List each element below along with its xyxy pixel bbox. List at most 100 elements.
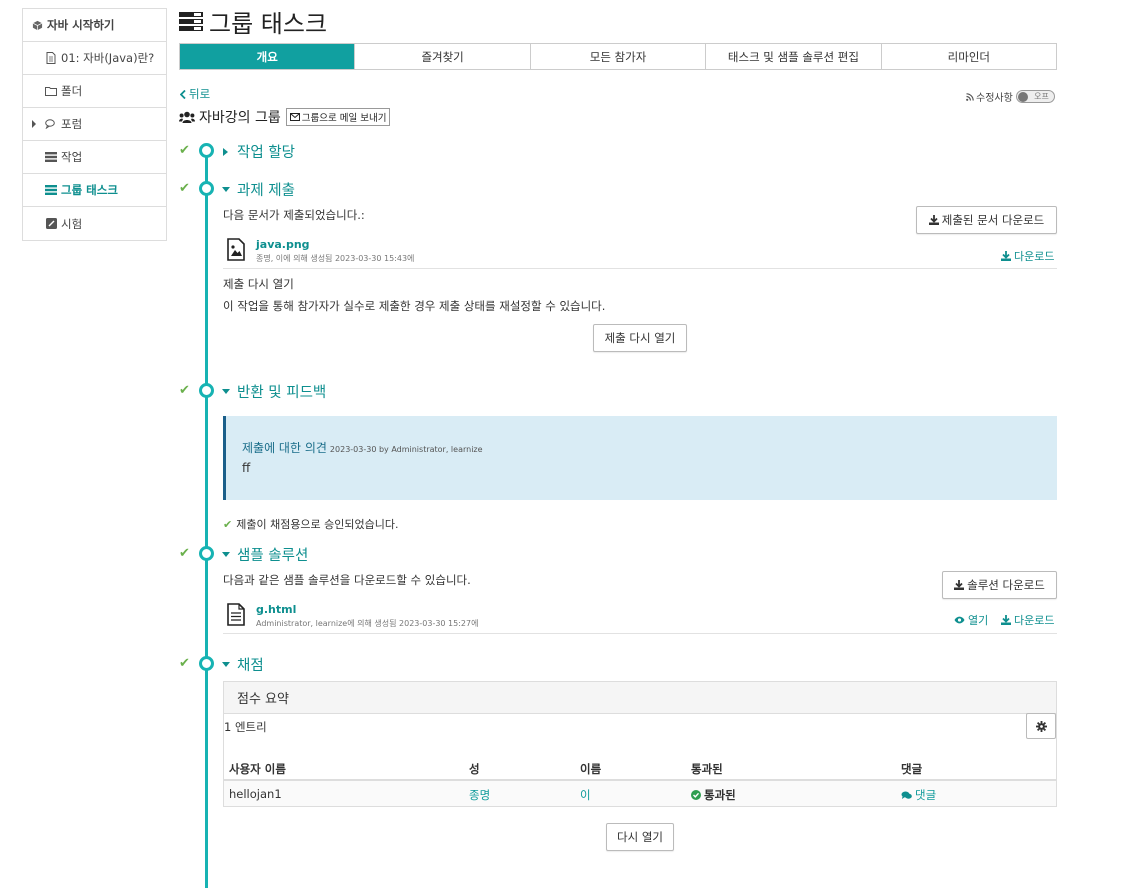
section-assignment-header[interactable]: 작업 할당	[222, 141, 295, 162]
column-header-comments[interactable]: 댓글	[901, 761, 922, 777]
column-header-last-name[interactable]: 성	[469, 761, 480, 777]
file-download-link[interactable]: 다운로드	[1001, 248, 1054, 264]
feedback-title-text: 제출에 대한 의견	[242, 441, 327, 455]
comments-icon	[901, 791, 912, 800]
entries-count: 1 엔트리	[224, 720, 267, 734]
section-feedback-header[interactable]: 반환 및 피드백	[222, 381, 326, 402]
feedback-title: 제출에 대한 의견 2023-03-30 by Administrator, le…	[242, 439, 483, 456]
changes-label: 수정사항	[976, 93, 1013, 104]
solution-file-row: g.html Administrator, learnize에 의해 생성됨 2…	[223, 603, 1057, 634]
submission-intro: 다음 문서가 제출되었습니다.:	[223, 208, 365, 222]
download-icon	[928, 215, 939, 225]
page-title-text: 그룹 태스크	[209, 10, 328, 38]
check-icon: ✔	[179, 143, 190, 158]
table-row: hellojan1 종명 이 통과된 댓글	[224, 781, 1056, 806]
eye-icon	[954, 616, 965, 624]
table-settings-button[interactable]	[1026, 713, 1056, 739]
changes-toggle[interactable]: 오프	[1015, 90, 1055, 103]
timeline-node	[199, 181, 214, 196]
section-solution-header[interactable]: 샘플 솔루션	[222, 544, 308, 565]
file-download-link[interactable]: 다운로드	[1001, 612, 1054, 628]
tab-edit-tasks[interactable]: 태스크 및 샘플 솔루션 편집	[706, 44, 882, 69]
comment-link-text: 댓글	[915, 788, 937, 802]
column-header-username[interactable]: 사용자 이름	[229, 761, 286, 777]
section-title: 과제 제출	[237, 183, 295, 199]
sidebar: 자바 시작하기 01: 자바(Java)란? 폴더 포럼 작업 그룹 태스크 시…	[22, 8, 167, 241]
download-solution-button[interactable]: 솔루션 다운로드	[942, 571, 1057, 599]
caret-down-icon	[222, 389, 230, 394]
column-header-passed[interactable]: 통과된	[691, 761, 723, 777]
feedback-body: ff	[242, 461, 251, 475]
caret-down-icon	[222, 187, 230, 192]
page-title: 그룹 태스크	[179, 4, 327, 39]
sidebar-item-task[interactable]: 작업	[23, 141, 166, 174]
section-grading-header[interactable]: 채점	[222, 654, 264, 675]
sidebar-item-label: 자바 시작하기	[47, 18, 115, 32]
expand-caret-icon[interactable]	[32, 120, 36, 128]
file-meta: Administrator, learnize에 의해 생성됨 2023-03-…	[256, 619, 479, 628]
file-name-link[interactable]: java.png	[256, 238, 310, 251]
download-icon	[1001, 251, 1011, 261]
cell-username: hellojan1	[229, 787, 282, 801]
group-task-icon	[179, 12, 203, 31]
sidebar-item-test[interactable]: 시험	[23, 207, 166, 240]
task-icon	[45, 151, 57, 163]
group-name: 자바강의 그룹	[199, 110, 281, 126]
cell-comment[interactable]: 댓글	[901, 787, 936, 803]
link-label: 다운로드	[1014, 250, 1055, 263]
document-icon	[45, 52, 57, 64]
section-title: 채점	[237, 658, 264, 674]
cell-passed: 통과된	[691, 787, 736, 803]
sidebar-item-group-task[interactable]: 그룹 태스크	[23, 174, 166, 207]
check-icon: ✔	[179, 181, 190, 196]
download-submitted-button[interactable]: 제출된 문서 다운로드	[916, 206, 1057, 234]
check-icon: ✔	[179, 656, 190, 671]
download-icon	[1001, 615, 1011, 625]
feedback-box: 제출에 대한 의견 2023-03-30 by Administrator, le…	[223, 416, 1057, 500]
sidebar-item-label: 그룹 태스크	[61, 183, 118, 197]
toggle-label: 오프	[1034, 92, 1049, 101]
cell-first-name[interactable]: 이	[580, 787, 591, 803]
timeline-node	[199, 546, 214, 561]
tab-overview[interactable]: 개요	[180, 44, 356, 69]
sidebar-item-forum[interactable]: 포럼	[23, 108, 166, 141]
timeline-node	[199, 143, 214, 158]
button-label: 솔루션 다운로드	[967, 578, 1045, 592]
folder-icon	[45, 85, 57, 97]
envelope-icon	[289, 113, 300, 121]
tab-favorites[interactable]: 즐겨찾기	[355, 44, 531, 69]
score-table: 사용자 이름 성 이름 통과된 댓글 hellojan1 종명 이 통과된 댓글	[224, 754, 1056, 806]
file-name-link[interactable]: g.html	[256, 603, 296, 616]
reopen-grading-button[interactable]: 다시 열기	[606, 823, 674, 851]
group-header: 자바강의 그룹 그룹으로 메일 보내기	[179, 107, 391, 127]
test-icon	[45, 218, 57, 230]
section-submission-header[interactable]: 과제 제출	[222, 179, 295, 200]
tab-participants[interactable]: 모든 참가자	[530, 44, 707, 69]
caret-down-icon	[222, 662, 230, 667]
solution-intro: 다음과 같은 샘플 솔루션을 다운로드할 수 있습니다.	[223, 573, 471, 587]
sidebar-item-course-root[interactable]: 자바 시작하기	[23, 9, 166, 42]
back-link[interactable]: 뒤로	[180, 86, 210, 102]
tab-reminders[interactable]: 리마인더	[881, 44, 1057, 69]
text-file-icon	[227, 603, 245, 626]
mail-button-label: 그룹으로 메일 보내기	[301, 113, 387, 124]
group-task-icon	[45, 184, 57, 196]
sidebar-item-what-is-java[interactable]: 01: 자바(Java)란?	[23, 42, 166, 75]
column-header-first-name[interactable]: 이름	[580, 761, 601, 777]
reopen-submission-button[interactable]: 제출 다시 열기	[593, 324, 687, 352]
sidebar-item-label: 시험	[61, 216, 83, 231]
sidebar-item-folder[interactable]: 폴더	[23, 75, 166, 108]
cell-last-name[interactable]: 종명	[469, 787, 490, 803]
file-open-link[interactable]: 열기	[954, 612, 988, 628]
download-icon	[954, 580, 965, 590]
mail-group-button[interactable]: 그룹으로 메일 보내기	[285, 108, 391, 126]
chevron-left-icon	[180, 89, 186, 99]
score-summary-panel: 점수 요약 1 엔트리 사용자 이름 성 이름 통과된 댓글 hellojan1…	[223, 681, 1057, 807]
timeline-node	[199, 383, 214, 398]
back-label: 뒤로	[189, 87, 211, 101]
panel-title: 점수 요약	[224, 682, 1056, 714]
check-icon: ✔	[179, 546, 190, 561]
cube-icon	[31, 19, 43, 31]
button-label: 제출된 문서 다운로드	[941, 213, 1045, 227]
file-meta: 종명, 이에 의해 생성됨 2023-03-30 15:43에	[256, 254, 415, 263]
